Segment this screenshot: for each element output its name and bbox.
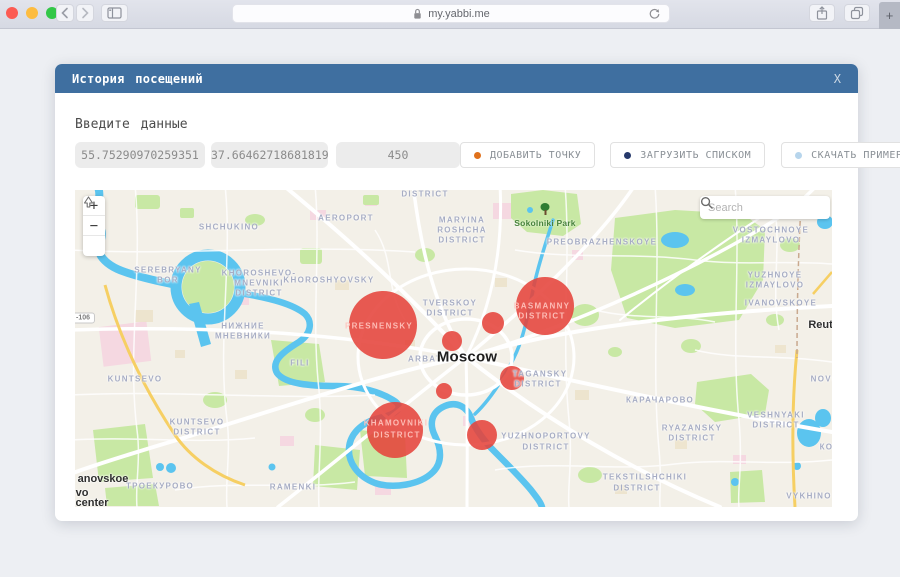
browser-titlebar: my.yabbi.me + [0,0,900,29]
form-row: ДОБАВИТЬ ТОЧКУ ЗАГРУЗИТЬ СПИСКОМ СКАЧАТЬ… [75,142,838,168]
lightblue-dot-icon [795,152,802,159]
tilt-arrow-icon [83,196,94,208]
visit-bubble [442,331,462,351]
visit-bubble [516,277,574,335]
tab-overview-button[interactable] [844,4,870,22]
lock-icon [412,8,423,20]
tabs-icon [850,6,864,20]
download-example-button[interactable]: СКАЧАТЬ ПРИМЕР [781,142,900,168]
reload-button[interactable] [648,8,661,26]
visit-history-modal: История посещений X Введите данные ДОБАВ… [55,64,858,521]
navy-dot-icon [624,152,631,159]
address-bar[interactable]: my.yabbi.me [232,4,670,23]
minimize-window-button[interactable] [26,7,38,19]
share-icon [816,6,828,20]
screen: my.yabbi.me + История посещений X Введит… [0,0,900,577]
share-button[interactable] [809,4,835,22]
map-graphics [75,190,832,507]
modal-title: История посещений [72,72,203,86]
map-zoom-control: + − [83,196,105,256]
sidebar-toggle-button[interactable] [101,4,128,22]
visit-bubble [482,312,504,334]
visit-bubble [349,291,417,359]
tilt-button[interactable] [83,236,105,256]
reload-icon [648,8,661,21]
modal-header: История посещений X [55,64,858,93]
visit-bubble [500,366,524,390]
visit-bubble [367,402,423,458]
map-canvas[interactable]: DISTRICTSHCHUKINOAEROPORTMARYINAROSHCHAD… [75,190,832,507]
upload-list-button[interactable]: ЗАГРУЗИТЬ СПИСКОМ [610,142,765,168]
window-controls [6,7,58,19]
visit-bubbles-layer [349,277,574,458]
intro-label: Введите данные [75,117,858,132]
radius-input[interactable] [336,142,460,168]
longitude-input[interactable] [211,142,328,168]
orange-dot-icon [474,152,481,159]
forward-button[interactable] [76,4,94,22]
chevron-left-icon [60,7,70,19]
modal-close-button[interactable]: X [834,72,841,86]
chevron-right-icon [80,7,90,19]
back-button[interactable] [56,4,74,22]
search-icon [700,196,713,209]
new-tab-button[interactable]: + [879,2,900,29]
visit-bubble [467,420,497,450]
sidebar-icon [107,7,122,19]
add-point-button[interactable]: ДОБАВИТЬ ТОЧКУ [460,142,595,168]
map-search-input[interactable] [708,202,798,214]
visit-bubble [436,383,452,399]
zoom-out-button[interactable]: − [83,216,105,236]
latitude-input[interactable] [75,142,205,168]
add-point-label: ДОБАВИТЬ ТОЧКУ [490,150,581,161]
download-example-label: СКАЧАТЬ ПРИМЕР [811,150,900,161]
upload-list-label: ЗАГРУЗИТЬ СПИСКОМ [640,150,751,161]
close-window-button[interactable] [6,7,18,19]
map-search-box[interactable] [700,196,830,219]
url-text: my.yabbi.me [428,8,490,20]
